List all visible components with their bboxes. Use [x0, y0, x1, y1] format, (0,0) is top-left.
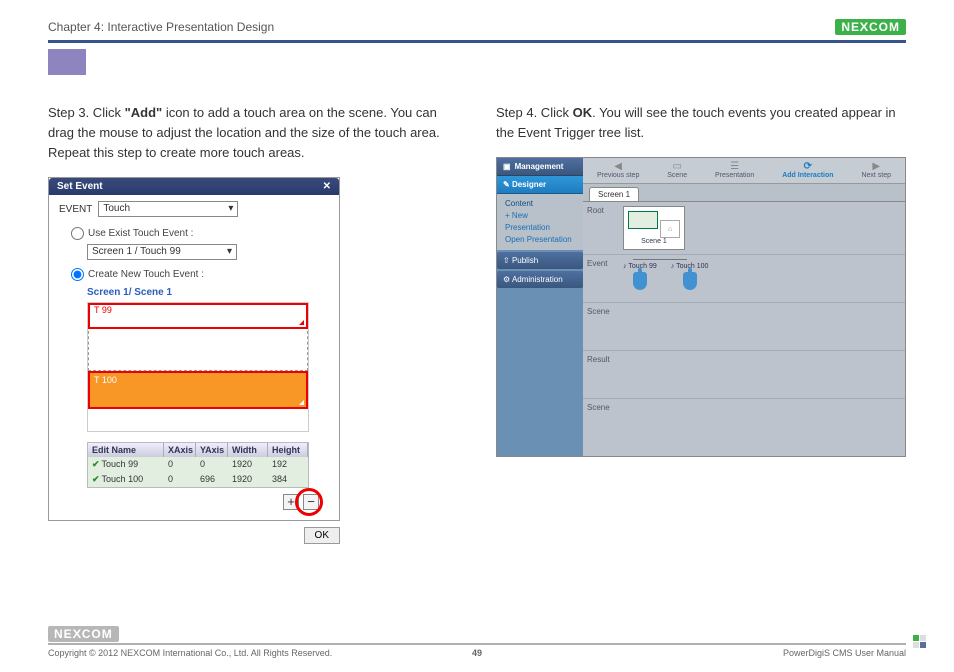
tab-screen1[interactable]: Screen 1 — [589, 187, 639, 201]
step3-text: Step 3. Click "Add" icon to add a touch … — [48, 103, 458, 163]
remove-button[interactable]: − — [303, 494, 319, 510]
event-label: EVENT — [59, 204, 92, 215]
row-result-label: Result — [583, 351, 619, 398]
empty-zone — [88, 331, 308, 371]
corner-decoration — [913, 635, 926, 648]
home-icon: ⌂ — [660, 220, 680, 238]
use-exist-label: Use Exist Touch Event : — [88, 228, 193, 239]
footer-brand-logo: NEXCOM — [48, 627, 906, 641]
app-screenshot: ▣Management ✎ Designer Content + New Pre… — [496, 157, 906, 457]
footer-rule — [48, 643, 906, 645]
use-exist-radio[interactable] — [71, 227, 84, 240]
nav-open-presentation[interactable]: Open Presentation — [505, 234, 575, 246]
page-number: 49 — [472, 648, 482, 658]
add-button[interactable]: + — [283, 494, 299, 510]
touch-area-99[interactable]: T 99 — [88, 303, 308, 329]
table-row[interactable]: ✔Touch 100 0 696 1920 384 — [88, 472, 308, 487]
folder-icon: ▣ — [503, 162, 511, 171]
create-new-label: Create New Touch Event : — [88, 269, 204, 280]
hand-icon — [683, 272, 697, 290]
touch-table: Edit Name XAxis YAxis Width Height ✔Touc… — [87, 442, 309, 488]
nav-designer[interactable]: ✎ Designer — [497, 176, 583, 194]
check-icon: ✔ — [92, 474, 100, 484]
window-icon: ▭ — [667, 162, 687, 172]
tool-presentation[interactable]: ☰Presentation — [715, 162, 754, 179]
scene-card[interactable]: ⌂ Scene 1 — [623, 206, 685, 250]
arrow-left-icon: ◀ — [597, 162, 639, 172]
create-new-radio[interactable] — [71, 268, 84, 281]
copyright-text: Copyright © 2012 NEXCOM International Co… — [48, 648, 332, 658]
check-icon: ✔ — [92, 459, 100, 469]
arrow-right-icon: ▶ — [861, 162, 891, 172]
decorative-block — [48, 49, 86, 75]
close-icon[interactable]: ✕ — [323, 181, 331, 192]
app-toolbar: ◀Previous step ▭Scene ☰Presentation ⟳Add… — [583, 158, 905, 184]
gear-icon: ⚙ — [503, 275, 512, 284]
tool-next[interactable]: ▶Next step — [861, 162, 891, 179]
header-rule — [48, 40, 906, 43]
row-root-label: Root — [583, 202, 619, 254]
exist-event-select[interactable]: Screen 1 / Touch 99▾ — [87, 244, 237, 260]
event-select[interactable]: Touch▾ — [98, 201, 238, 217]
app-sidebar: ▣Management ✎ Designer Content + New Pre… — [497, 158, 583, 456]
panel-title-bar: Set Event ✕ — [49, 178, 339, 195]
stack-icon: ☰ — [715, 162, 754, 172]
set-event-panel: Set Event ✕ EVENT Touch▾ Use Exist Touch… — [48, 177, 340, 521]
table-row[interactable]: ✔Touch 99 0 0 1920 192 — [88, 457, 308, 472]
event-touch-99[interactable]: ♪ Touch 99 — [623, 263, 657, 290]
nav-publish[interactable]: ⇧ Publish — [497, 252, 583, 269]
row-scene2-label: Scene — [583, 399, 619, 447]
nav-new-presentation[interactable]: + New Presentation — [505, 210, 575, 234]
pencil-icon: ✎ — [503, 180, 512, 189]
touch-area-100[interactable]: T 100 — [88, 371, 308, 409]
manual-title: PowerDigiS CMS User Manual — [783, 648, 906, 658]
tool-prev[interactable]: ◀Previous step — [597, 162, 639, 179]
scene-path-label: Screen 1/ Scene 1 — [87, 287, 329, 298]
upload-icon: ⇧ — [503, 256, 512, 265]
row-scene-label: Scene — [583, 303, 619, 350]
hand-icon — [633, 272, 647, 290]
nav-content[interactable]: Content — [505, 198, 575, 210]
brand-logo-text: NEXCOM — [835, 19, 906, 35]
tool-add-interaction[interactable]: ⟳Add Interaction — [782, 162, 833, 179]
scene-editor[interactable]: T 99 T 100 — [87, 302, 309, 432]
tool-scene[interactable]: ▭Scene — [667, 162, 687, 179]
nav-management[interactable]: ▣Management — [497, 158, 583, 176]
ok-button[interactable]: OK — [304, 527, 340, 544]
refresh-icon: ⟳ — [782, 162, 833, 172]
row-event-label: Event — [583, 255, 619, 302]
chapter-title: Chapter 4: Interactive Presentation Desi… — [48, 20, 274, 34]
nav-administration[interactable]: ⚙ Administration — [497, 271, 583, 288]
brand-logo: NEXCOM — [835, 20, 906, 34]
scene-thumbnail — [628, 211, 658, 229]
step4-text: Step 4. Click OK. You will see the touch… — [496, 103, 906, 143]
event-touch-100[interactable]: ♪ Touch 100 — [671, 263, 709, 290]
